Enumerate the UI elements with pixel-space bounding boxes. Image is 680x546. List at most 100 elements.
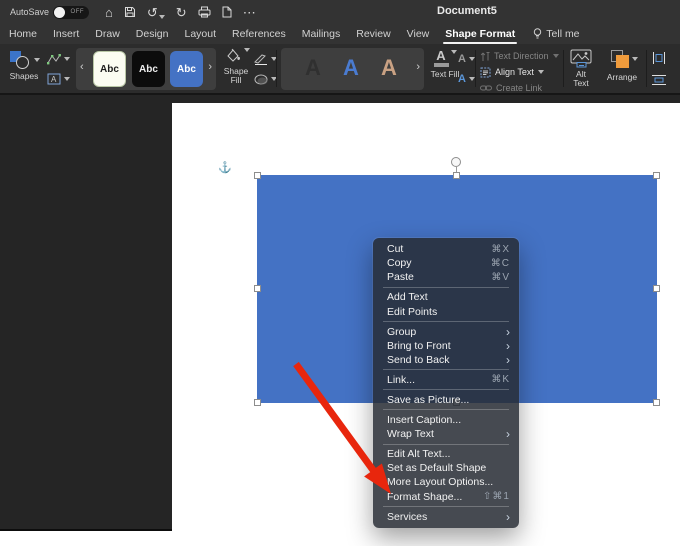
menu-item-more-layout-options[interactable]: More Layout Options...	[373, 475, 519, 489]
resize-handle-bottom-left[interactable]	[254, 399, 261, 406]
text-effects-button[interactable]: A	[458, 72, 475, 86]
autosave-toggle-group[interactable]: AutoSave OFF	[10, 5, 90, 19]
editor-background	[0, 95, 172, 531]
text-direction-button[interactable]: Text Direction	[480, 49, 562, 63]
undo-dropdown-icon[interactable]	[158, 14, 165, 19]
align-text-button[interactable]: Align Text	[480, 65, 562, 79]
shape-width-icon[interactable]	[652, 74, 666, 86]
group-divider	[475, 50, 476, 87]
wordart-style-dark[interactable]: A	[305, 52, 321, 84]
menu-item-wrap-text[interactable]: Wrap Text ›	[373, 427, 519, 441]
submenu-arrow-icon: ›	[506, 427, 510, 442]
undo-button[interactable]: ↺	[147, 6, 165, 19]
resize-handle-bottom-right[interactable]	[653, 399, 660, 406]
shape-style-gallery: ‹ Abc Abc Abc ›	[76, 48, 216, 90]
more-commands-icon[interactable]: ⋯	[243, 6, 256, 19]
shape-fill-dropdown-icon[interactable]	[243, 48, 250, 52]
shapes-label: Shapes	[9, 71, 39, 81]
menu-item-edit-points[interactable]: Edit Points	[373, 305, 519, 319]
save-icon[interactable]	[124, 6, 136, 18]
menu-item-group[interactable]: Group ›	[373, 325, 519, 339]
text-fill-label: Text Fill	[430, 68, 460, 79]
tab-layout[interactable]: Layout	[184, 28, 216, 40]
tab-mailings[interactable]: Mailings	[302, 28, 341, 40]
shape-style-black[interactable]: Abc	[132, 51, 165, 87]
resize-handle-middle-left[interactable]	[254, 285, 261, 292]
menu-item-copy[interactable]: Copy ⌘C	[373, 256, 519, 270]
shape-style-blue[interactable]: Abc	[170, 51, 203, 87]
menu-item-format-shape[interactable]: Format Shape... ⇧⌘1	[373, 490, 519, 504]
submenu-arrow-icon: ›	[506, 352, 510, 367]
tell-me-button[interactable]: Tell me	[533, 28, 580, 40]
gallery-next-icon[interactable]: ›	[208, 61, 212, 73]
tab-references[interactable]: References	[232, 28, 286, 40]
align-text-dropdown-icon[interactable]	[537, 70, 544, 74]
tab-design[interactable]: Design	[136, 28, 169, 40]
tab-view[interactable]: View	[407, 28, 430, 40]
edit-shape-button[interactable]	[47, 52, 70, 66]
menu-shortcut: ⌘V	[491, 271, 510, 283]
resize-handle-top-left[interactable]	[254, 172, 261, 179]
resize-handle-top-middle[interactable]	[453, 172, 460, 179]
document-title: Document5	[437, 5, 497, 17]
autosave-toggle[interactable]: OFF	[53, 5, 90, 19]
insert-shapes-button[interactable]: Shapes	[5, 48, 43, 81]
wordart-next-icon[interactable]: ›	[416, 61, 420, 73]
text-outline-button[interactable]: A	[458, 52, 475, 66]
shape-outline-icon	[254, 53, 267, 65]
new-document-icon[interactable]	[222, 6, 232, 18]
menu-item-services[interactable]: Services ›	[373, 509, 519, 523]
tab-shape-format[interactable]: Shape Format	[443, 28, 518, 44]
home-icon[interactable]: ⌂	[105, 6, 113, 19]
menu-item-send-to-back[interactable]: Send to Back ›	[373, 353, 519, 367]
menu-item-add-text[interactable]: Add Text	[373, 290, 519, 304]
menu-item-edit-alt-text[interactable]: Edit Alt Text...	[373, 447, 519, 461]
gallery-prev-icon[interactable]: ‹	[80, 61, 84, 73]
menu-item-set-as-default-shape[interactable]: Set as Default Shape	[373, 461, 519, 475]
create-link-button[interactable]: Create Link	[480, 81, 562, 95]
shape-height-icon[interactable]	[652, 52, 666, 64]
text-fill-dropdown-icon[interactable]	[450, 50, 457, 54]
shape-outline-button[interactable]	[254, 52, 277, 66]
word-window: AutoSave OFF ⌂ ↺ ↻ ⋯ Document5 Home Inse…	[0, 0, 680, 546]
wordart-style-tan[interactable]: A	[381, 52, 397, 84]
menu-label: Insert Caption...	[387, 413, 462, 426]
menu-item-bring-to-front[interactable]: Bring to Front ›	[373, 339, 519, 353]
tab-home[interactable]: Home	[9, 28, 37, 40]
shapes-icon	[9, 51, 29, 69]
autosave-label: AutoSave	[10, 7, 50, 17]
group-divider	[563, 50, 564, 87]
menu-item-insert-caption[interactable]: Insert Caption...	[373, 413, 519, 427]
draw-text-box-button[interactable]: A	[47, 72, 70, 86]
menu-item-link[interactable]: Link... ⌘K	[373, 373, 519, 387]
tab-draw[interactable]: Draw	[95, 28, 120, 40]
edit-shape-dropdown-icon[interactable]	[64, 57, 70, 61]
resize-handle-middle-right[interactable]	[653, 285, 660, 292]
shape-style-white[interactable]: Abc	[93, 51, 126, 87]
resize-handle-top-right[interactable]	[653, 172, 660, 179]
shapes-dropdown-icon[interactable]	[33, 58, 40, 62]
print-icon[interactable]	[198, 6, 211, 18]
alt-text-button[interactable]: Alt Text	[567, 49, 595, 88]
tab-insert[interactable]: Insert	[53, 28, 79, 40]
alt-text-label: Alt Text	[573, 69, 589, 88]
wordart-style-blue[interactable]: A	[343, 52, 359, 84]
text-direction-icon	[480, 51, 490, 61]
arrange-dropdown-icon[interactable]	[632, 57, 638, 61]
arrange-button[interactable]: Arrange	[601, 49, 643, 82]
text-box-dropdown-icon[interactable]	[64, 77, 70, 81]
text-fill-color-bar	[433, 63, 449, 67]
lightbulb-icon	[534, 28, 542, 39]
menu-label: Services	[387, 510, 428, 523]
shape-effects-button[interactable]	[254, 72, 277, 86]
text-fill-button[interactable]: A Text Fill	[430, 49, 460, 79]
rotation-handle[interactable]	[451, 157, 461, 167]
tab-review[interactable]: Review	[356, 28, 390, 40]
redo-icon[interactable]: ↻	[176, 6, 187, 19]
menu-label: Add Text	[387, 291, 428, 304]
menu-item-save-as-picture[interactable]: Save as Picture...	[373, 393, 519, 407]
wordart-style-gallery: A A A ›	[281, 48, 424, 90]
menu-item-paste[interactable]: Paste ⌘V	[373, 270, 519, 284]
menu-item-cut[interactable]: Cut ⌘X	[373, 242, 519, 256]
shape-fill-button[interactable]: Shape Fill	[220, 48, 252, 85]
